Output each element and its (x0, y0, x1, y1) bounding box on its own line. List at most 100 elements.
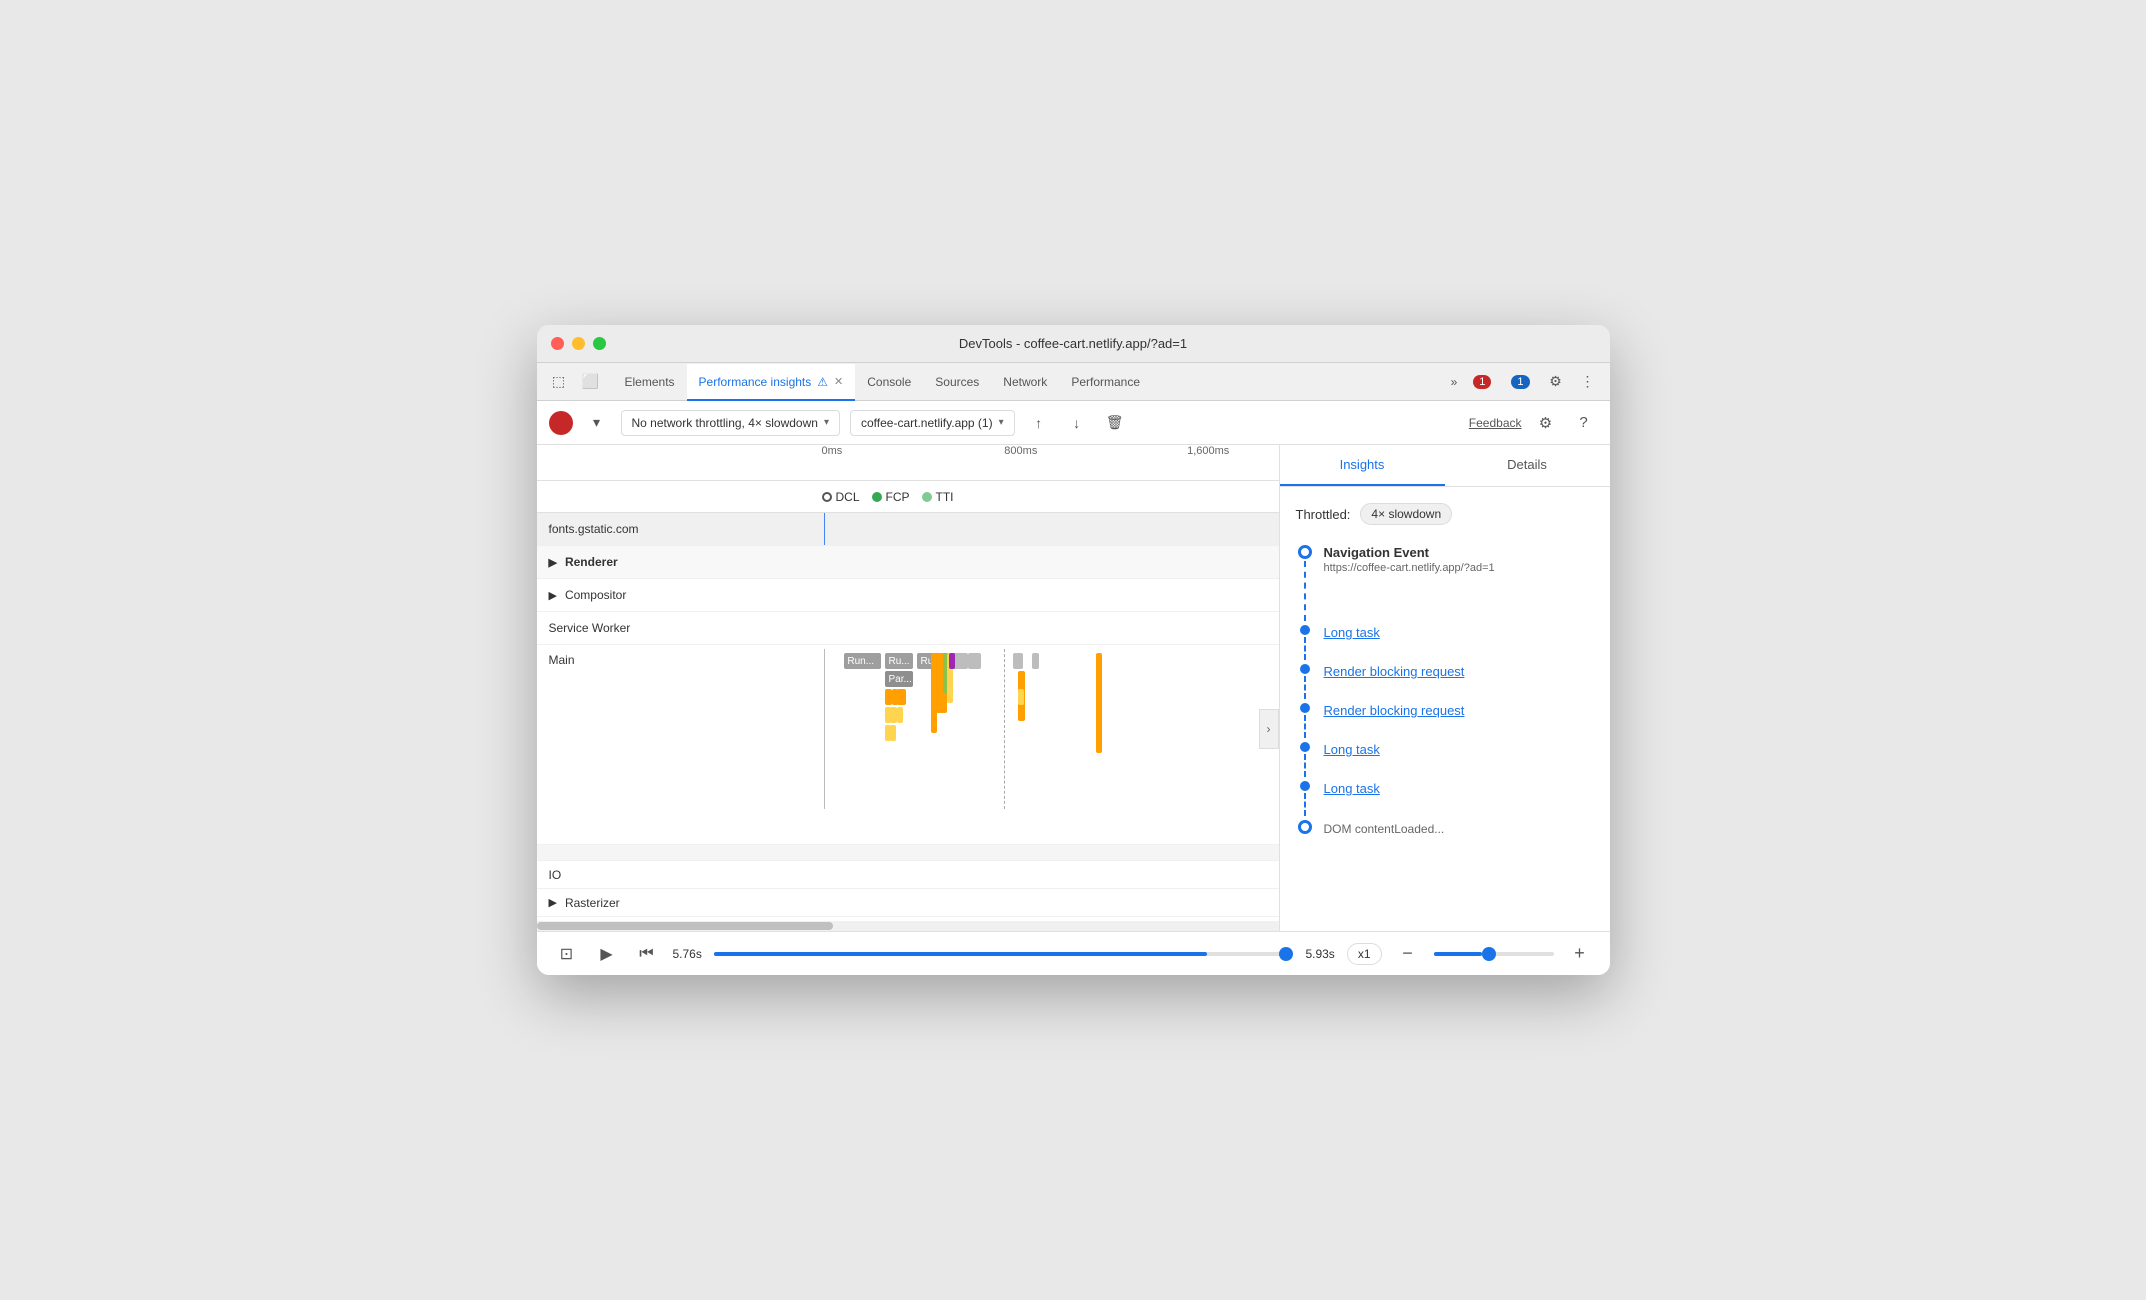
tab-performance-insights[interactable]: Performance insights ⚠ ✕ (687, 364, 856, 401)
minimize-button[interactable] (572, 337, 585, 350)
tab-network[interactable]: Network (991, 364, 1059, 401)
insight-dot-3 (1296, 703, 1314, 738)
zoom-track[interactable] (1434, 952, 1554, 956)
record-dropdown-icon[interactable]: ▾ (583, 409, 611, 437)
insight-longtask-2: Long task (1296, 742, 1594, 777)
cursor-icon[interactable]: ⬚ (545, 368, 573, 396)
flame-bar-run1[interactable]: Run... (844, 653, 881, 669)
compositor-expand-icon: ▶ (549, 589, 557, 602)
track-rasterizer-1: ▶ Rasterizer (537, 889, 1279, 917)
tracks-area[interactable]: fonts.gstatic.com ▶ Renderer (537, 513, 1279, 921)
long-task-link-1[interactable]: Long task (1324, 625, 1594, 644)
flame-bar-y1[interactable] (885, 689, 892, 705)
settings-gear-icon[interactable]: ⚙ (1532, 409, 1560, 437)
flame-bar-y3[interactable] (897, 689, 906, 705)
hscroll-thumb[interactable] (537, 922, 834, 930)
download-icon[interactable]: ↓ (1063, 409, 1091, 437)
warning-icon: ⚠ (817, 375, 828, 389)
insight-filled-dot-3 (1300, 703, 1310, 713)
feedback-link[interactable]: Feedback (1469, 416, 1522, 430)
more-options-icon[interactable]: ⋮ (1574, 368, 1602, 396)
track-label-rasterizer-1[interactable]: ▶ Rasterizer (537, 892, 822, 914)
nav-event-content: Navigation Event https://coffee-cart.net… (1314, 545, 1594, 621)
insight-circle-6 (1298, 820, 1312, 834)
insight-line-4 (1304, 754, 1306, 777)
error-badge-button[interactable]: 1 (1465, 372, 1499, 392)
track-spacer (537, 845, 1279, 861)
tti-dot (922, 492, 932, 502)
fcp-label: FCP (886, 490, 910, 504)
sidebar-tab-insights[interactable]: Insights (1280, 445, 1445, 486)
delete-icon[interactable]: 🗑 (1101, 409, 1129, 437)
screenshot-icon[interactable]: ⊡ (553, 940, 581, 968)
marker-pills: DCL FCP TTI (822, 490, 954, 504)
help-icon[interactable]: ? (1570, 409, 1598, 437)
expand-arrow[interactable]: › (1259, 709, 1279, 749)
track-label-compositor[interactable]: ▶ Compositor (537, 584, 822, 606)
flame-bar-ly2[interactable] (890, 707, 897, 723)
flame-bar-par[interactable]: Par... (885, 671, 912, 687)
track-label-io: IO (537, 864, 822, 886)
progress-track[interactable] (714, 952, 1294, 956)
close-button[interactable] (551, 337, 564, 350)
tab-sources[interactable]: Sources (923, 364, 991, 401)
tab-overflow[interactable]: » (1443, 363, 1466, 400)
dcl-dot (822, 492, 832, 502)
hscroll-bar[interactable] (537, 921, 1279, 931)
error-count: 1 (1473, 375, 1491, 389)
progress-thumb[interactable] (1279, 947, 1293, 961)
time-ruler: 0ms 800ms 1,600ms (537, 445, 1279, 481)
zoom-out-icon[interactable]: − (1394, 940, 1422, 968)
maximize-button[interactable] (593, 337, 606, 350)
inspect-icon[interactable]: ⬜ (577, 368, 605, 396)
zoom-thumb[interactable] (1482, 947, 1496, 961)
track-content-fonts (822, 513, 1279, 545)
dom-loaded-partial: DOM contentLoaded... (1324, 822, 1445, 836)
warning-badge-button[interactable]: 1 (1503, 372, 1537, 392)
track-label-service-worker: Service Worker (537, 617, 822, 639)
insight-content-3: Render blocking request (1314, 703, 1594, 738)
upload-icon[interactable]: ↑ (1025, 409, 1053, 437)
tab-performance[interactable]: Performance (1059, 364, 1152, 401)
window-title: DevTools - coffee-cart.netlify.app/?ad=1 (959, 336, 1187, 351)
record-button[interactable] (549, 411, 573, 435)
flame-bar-ly5[interactable] (890, 725, 896, 741)
insight-render-block-1: Render blocking request (1296, 664, 1594, 699)
tab-bar: ⬚ ⬜ Elements Performance insights ⚠ ✕ Co… (537, 363, 1610, 401)
tab-bar-right: 1 1 ⚙ ⋮ (1465, 363, 1601, 400)
target-dropdown[interactable]: coffee-cart.netlify.app (1) ▾ (850, 410, 1015, 436)
tab-elements[interactable]: Elements (613, 364, 687, 401)
long-task-link-2[interactable]: Long task (1324, 742, 1594, 761)
flame-bar-right4[interactable] (1032, 653, 1039, 669)
track-label-renderer[interactable]: ▶ Renderer (537, 551, 822, 573)
skip-start-button[interactable]: ⏮ (633, 940, 661, 968)
flame-bar-mid5[interactable] (949, 653, 955, 669)
insight-dom-loaded: DOM contentLoaded... (1296, 820, 1594, 848)
throttle-dropdown[interactable]: No network throttling, 4× slowdown ▾ (621, 410, 840, 436)
tab-console[interactable]: Console (855, 364, 923, 401)
long-task-link-3[interactable]: Long task (1324, 781, 1594, 800)
sidebar-tab-details[interactable]: Details (1445, 445, 1610, 486)
timeline-panel: 0ms 800ms 1,600ms DCL FCP (537, 445, 1280, 931)
settings-icon[interactable]: ⚙ (1542, 368, 1570, 396)
flame-bar-far1[interactable] (1096, 653, 1102, 753)
flame-bar-run2[interactable]: Ru... (885, 653, 912, 669)
toolbar-icons-left: ⬚ ⬜ (545, 363, 605, 400)
zoom-fill (1434, 952, 1482, 956)
tab-close-button[interactable]: ✕ (834, 375, 843, 388)
flame-bar-ly3[interactable] (897, 707, 903, 723)
insight-dot-5 (1296, 781, 1314, 816)
throttle-dropdown-arrow: ▾ (824, 417, 829, 428)
zoom-in-icon[interactable]: + (1566, 940, 1594, 968)
tti-marker: TTI (922, 490, 954, 504)
track-fonts: fonts.gstatic.com (537, 513, 1279, 546)
flame-bar-gray2[interactable] (968, 653, 982, 669)
insight-dot-2 (1296, 664, 1314, 699)
render-blocking-link-2[interactable]: Render blocking request (1324, 703, 1594, 722)
flame-bar-right1[interactable] (1013, 653, 1022, 669)
traffic-lights (551, 337, 606, 350)
play-button[interactable]: ▶ (593, 940, 621, 968)
render-blocking-link-1[interactable]: Render blocking request (1324, 664, 1594, 683)
speed-badge[interactable]: x1 (1347, 943, 1382, 965)
flame-bar-right3[interactable] (1018, 689, 1024, 705)
